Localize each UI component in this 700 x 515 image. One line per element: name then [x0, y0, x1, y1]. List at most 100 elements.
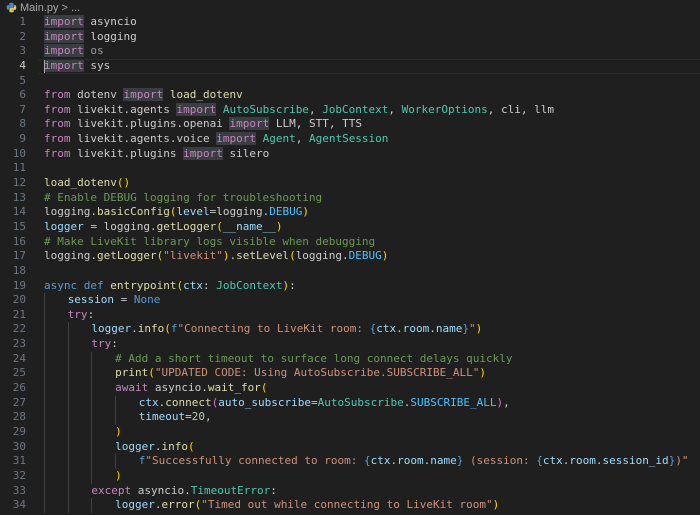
code-token: error [161, 498, 195, 512]
code-token: ( [260, 381, 268, 395]
code-text: # Enable DEBUG logging for troubleshooti… [44, 191, 700, 206]
code-line[interactable]: 2 import logging [0, 29, 700, 45]
code-token: os [83, 44, 104, 58]
code-line[interactable]: 31 f"Successfully connected to room: {ctx… [0, 454, 700, 469]
code-line[interactable]: 24 # Add a short timeout to surface long … [0, 351, 700, 367]
breadcrumb-file[interactable]: Main.py [20, 2, 59, 14]
code-line[interactable]: 21 try: [0, 307, 700, 323]
code-line[interactable]: 19 async def entrypoint(ctx: JobContext): [0, 279, 700, 294]
code-token: ( [289, 249, 296, 263]
indent-guide [91, 410, 93, 425]
code-token: import [44, 29, 84, 43]
code-text: load_dotenv() [44, 176, 700, 191]
indent-guide [67, 439, 69, 455]
code-line[interactable]: 1 import asyncio [0, 15, 700, 30]
code-line[interactable]: 9 from livekit.agents.voice import Agent,… [0, 132, 700, 147]
code-token: dotenv [70, 88, 124, 102]
line-number: 25 [12, 366, 26, 380]
code-line[interactable]: 27 ctx.connect(auto_subscribe=AutoSubscri… [0, 395, 700, 411]
indent-guide [91, 439, 93, 455]
line-number: 18 [12, 263, 26, 277]
code-line[interactable]: 8 from livekit.plugins.openai import LLM,… [0, 117, 700, 132]
code-text: f"Successfully connected to room: {ctx.r… [44, 454, 700, 469]
code-token: room [569, 454, 596, 468]
line-number: 1 [19, 15, 26, 28]
code-line[interactable]: 11 [0, 161, 700, 176]
code-token: . [342, 249, 349, 263]
code-line[interactable]: 32) [0, 468, 700, 484]
code-token: room [397, 454, 424, 468]
breadcrumb-symbol[interactable]: ... [71, 2, 80, 14]
code-token: = [83, 219, 104, 233]
code-text: await asyncio.wait_for( [44, 381, 700, 396]
code-line[interactable]: 22 logger.info(f"Connecting to LiveKit ro… [0, 322, 700, 338]
code-line[interactable]: 7 from livekit.agents import AutoSubscrib… [0, 102, 700, 118]
code-token: . [201, 381, 208, 395]
code-line[interactable]: 4 import sys [0, 58, 700, 74]
code-line[interactable]: 34 logger.error("Timed out while connecti… [0, 498, 700, 513]
indent-guide [67, 454, 69, 469]
code-line[interactable]: 26 await asyncio.wait_for( [0, 381, 700, 396]
code-token: livekit.plugins [70, 146, 184, 160]
code-token: DEBUG [269, 205, 303, 219]
indent-guide [91, 366, 93, 382]
code-line[interactable]: 18 [0, 264, 700, 279]
code-line[interactable]: 23 try: [0, 337, 700, 352]
code-line[interactable]: 3 import os [0, 44, 700, 59]
indent-guide [44, 439, 45, 455]
code-text: logging.basicConfig(level=logging.DEBUG) [44, 205, 700, 220]
code-token: , [328, 117, 343, 131]
code-token: , [487, 102, 502, 116]
code-token: ) [115, 424, 122, 438]
line-number: 26 [12, 381, 26, 395]
code-token: = [114, 293, 134, 307]
code-text: from livekit.plugins import silero [44, 146, 700, 162]
code-line[interactable]: 28 timeout=20, [0, 410, 700, 425]
code-token: , [503, 395, 510, 409]
line-number: 15 [12, 219, 26, 233]
code-line[interactable]: 15 logger = logging.getLogger(__name__) [0, 220, 700, 235]
line-number: 33 [12, 483, 26, 497]
code-line[interactable]: 14 logging.basicConfig(level=logging.DEBU… [0, 205, 700, 220]
code-token: : [111, 337, 118, 351]
code-token: livekit.agents.voice [70, 132, 217, 146]
code-token: __name__ [222, 219, 276, 233]
line-number: 6 [19, 88, 26, 102]
code-line[interactable]: 29) [0, 424, 700, 440]
code-line[interactable]: 33 except asyncio.TimeoutError: [0, 483, 700, 499]
code-token: await [115, 381, 149, 395]
line-number: 11 [12, 161, 26, 175]
code-line[interactable]: 13 # Enable DEBUG logging for troubleshoo… [0, 191, 700, 206]
code-text: from dotenv import load_dotenv [44, 88, 700, 103]
code-token: "Successfully connected to room: [145, 454, 364, 468]
code-text: try: [44, 337, 700, 352]
code-token: import [44, 15, 84, 28]
code-line[interactable]: 12 load_dotenv() [0, 176, 700, 191]
indent-guide [115, 395, 117, 411]
code-line[interactable]: 30 logger.info( [0, 439, 700, 455]
code-line[interactable]: 20 session = None [0, 293, 700, 308]
code-token: ( [216, 219, 223, 233]
indent-guide [44, 454, 45, 469]
line-number: 10 [12, 146, 26, 160]
code-line[interactable]: 10 from livekit.plugins import silero [0, 146, 700, 162]
code-token: getLogger [96, 249, 157, 263]
code-text: print("UPDATED CODE: Using AutoSubscribe… [44, 366, 700, 382]
code-token: ( [187, 439, 195, 453]
code-line[interactable]: 5 [0, 74, 700, 89]
code-token: , [520, 102, 535, 116]
code-token: livekit.agents [70, 102, 177, 116]
code-line[interactable]: 17 logging.getLogger("livekit").setLevel(… [0, 249, 700, 264]
breadcrumb[interactable]: Main.py > ... [0, 0, 700, 15]
code-text: from livekit.agents.voice import Agent, … [44, 132, 700, 147]
code-line[interactable]: 25 print("UPDATED CODE: Using AutoSubscri… [0, 366, 700, 382]
code-text: ) [44, 424, 700, 440]
code-token: import [183, 146, 223, 160]
code-line[interactable]: 6 from dotenv import load_dotenv [0, 88, 700, 103]
code-line[interactable]: 16 # Make LiveKit library logs visible wh… [0, 235, 700, 250]
line-number: 9 [19, 132, 26, 146]
line-number: 28 [12, 410, 26, 424]
indent-guide [44, 395, 45, 411]
code-token: . [90, 249, 97, 263]
code-editor[interactable]: 1 import asyncio 2 import logging 3 import os… [0, 15, 700, 515]
